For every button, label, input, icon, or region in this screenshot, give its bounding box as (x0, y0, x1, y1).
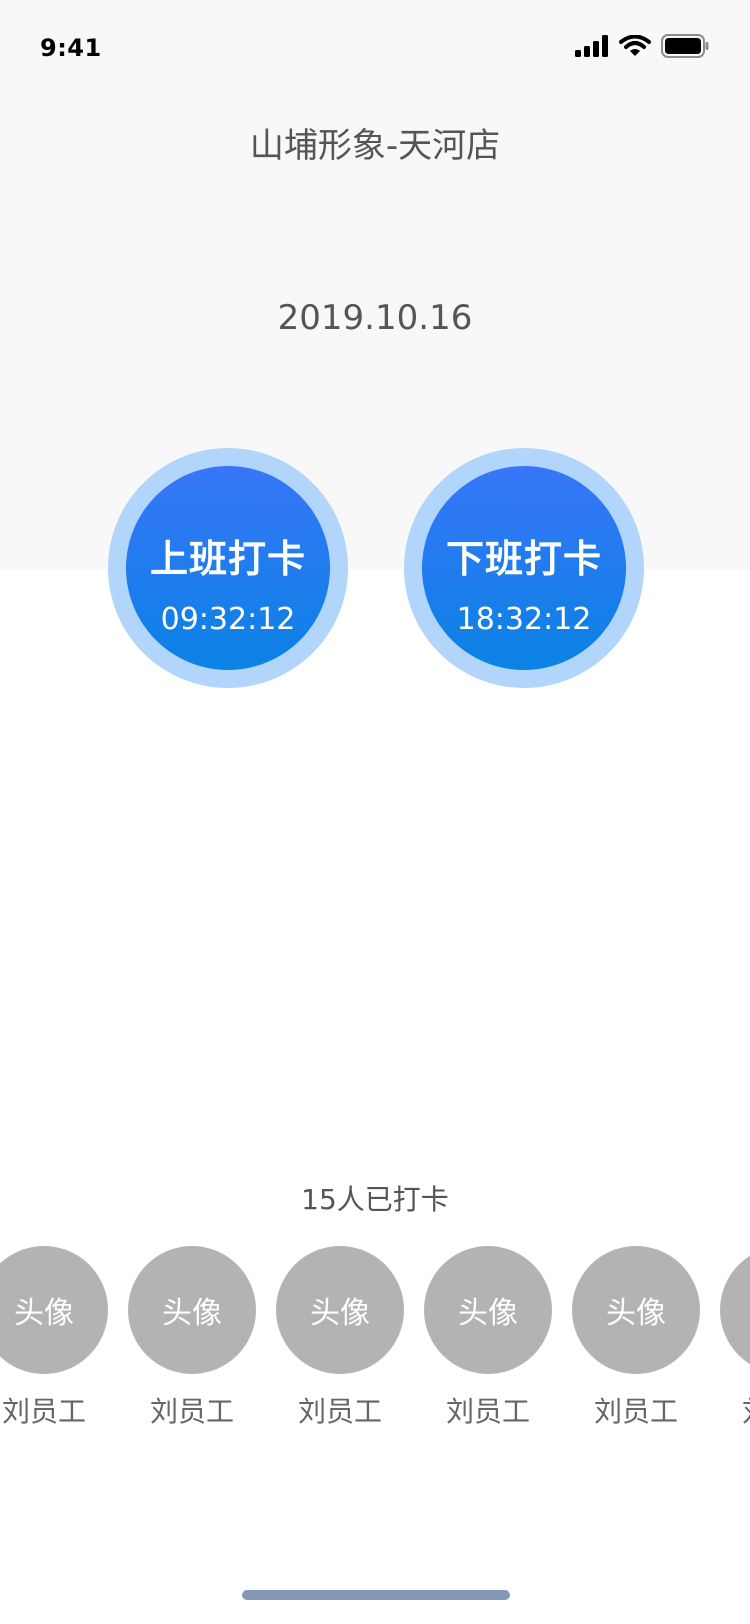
cellular-signal-icon (575, 35, 609, 57)
employee-item[interactable]: 头像 刘员工 (424, 1246, 552, 1430)
home-indicator[interactable] (242, 1590, 510, 1600)
avatar: 头像 (276, 1246, 404, 1374)
clock-out-button-face: 下班打卡 18:32:12 (422, 466, 626, 670)
checked-in-count: 15人已打卡 (301, 1183, 449, 1216)
clock-in-time: 09:32:12 (160, 602, 296, 637)
wifi-icon (619, 35, 651, 57)
employee-name: 刘员工 (720, 1390, 750, 1430)
status-bar-icons (575, 34, 709, 58)
employee-item[interactable]: 头像 刘员工 (572, 1246, 700, 1430)
clock-out-button[interactable]: 下班打卡 18:32:12 (404, 448, 644, 688)
employee-item[interactable]: 头像 刘员工 (0, 1246, 108, 1430)
employee-name: 刘员工 (1, 1395, 86, 1428)
clock-out-label: 下班打卡 (445, 537, 602, 581)
employee-name: 刘员工 (297, 1395, 382, 1428)
avatar: 头像 (424, 1246, 552, 1374)
status-bar-time: 9:41 (40, 34, 102, 62)
clock-in-button-face: 上班打卡 09:32:12 (126, 466, 330, 670)
employee-name: 刘员工 (593, 1395, 678, 1428)
battery-icon (661, 34, 709, 58)
clock-in-label: 上班打卡 (149, 537, 306, 581)
avatar: 头像 (0, 1246, 108, 1374)
header-background (0, 0, 750, 570)
current-date: 2019.10.16 (277, 298, 473, 338)
avatar: 头像 (128, 1246, 256, 1374)
employee-item[interactable]: 头像 刘员工 (276, 1246, 404, 1430)
employee-avatar-list[interactable]: 头像 刘员工 头像 刘员工 头像 刘员工 头像 刘员工 头像 刘员工 头像 刘员… (0, 1246, 750, 1436)
employee-item[interactable]: 头像 刘员工 (720, 1246, 750, 1430)
clock-out-time: 18:32:12 (456, 602, 592, 637)
store-title: 山埔形象-天河店 (249, 126, 501, 166)
clock-in-button[interactable]: 上班打卡 09:32:12 (108, 448, 348, 688)
avatar: 头像 (572, 1246, 700, 1374)
employee-item[interactable]: 头像 刘员工 (128, 1246, 256, 1430)
employee-name: 刘员工 (445, 1395, 530, 1428)
employee-name: 刘员工 (149, 1395, 234, 1428)
avatar: 头像 (720, 1246, 750, 1374)
